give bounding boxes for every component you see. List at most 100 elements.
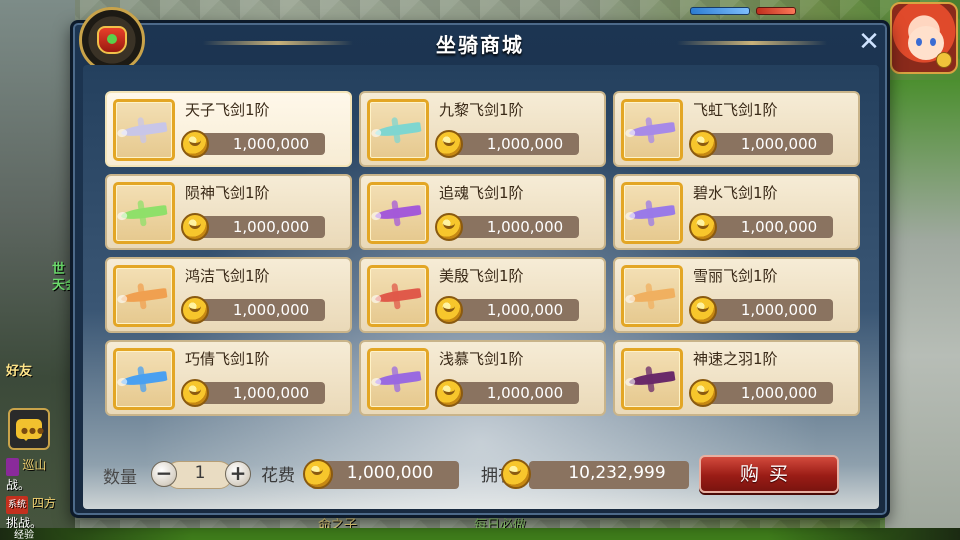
item-thumbnail xyxy=(367,265,429,327)
gold-coin-icon xyxy=(501,459,531,489)
gold-coin-icon xyxy=(181,130,209,158)
flying-sword-icon xyxy=(628,204,676,222)
player-avatar[interactable] xyxy=(890,2,958,74)
world-right-scenery xyxy=(885,80,960,540)
panel-title: 坐骑商城 xyxy=(436,32,524,57)
item-name: 雪丽飞剑1阶 xyxy=(693,267,778,285)
title-ornament-right xyxy=(677,41,827,45)
gold-coin-icon xyxy=(181,379,209,407)
item-price: 1,000,000 xyxy=(486,384,564,402)
item-price: 1,000,000 xyxy=(740,301,818,319)
quantity-decrease-button[interactable]: − xyxy=(151,461,177,487)
close-button[interactable]: ✕ xyxy=(857,29,881,55)
shop-item-card[interactable]: 碧水飞剑1阶 1,000,000 xyxy=(613,174,860,250)
chat-button[interactable]: ●●● xyxy=(8,408,50,450)
flying-sword-icon xyxy=(628,287,676,305)
wing-crest-icon xyxy=(628,370,676,388)
buy-button[interactable]: 购买 xyxy=(699,455,839,493)
shop-emblem-icon xyxy=(79,7,145,73)
item-price: 1,000,000 xyxy=(486,301,564,319)
shop-item-card[interactable]: 鸿洁飞剑1阶 1,000,000 xyxy=(105,257,352,333)
item-name: 神速之羽1阶 xyxy=(693,350,778,368)
item-price: 1,000,000 xyxy=(740,218,818,236)
item-name: 飞虹飞剑1阶 xyxy=(693,101,778,119)
panel-title-bar: 坐骑商城 xyxy=(73,23,887,63)
quantity-label: 数量 xyxy=(103,468,137,488)
chat-log: 巡山 战。 系统 四方 挑战。 xyxy=(6,456,76,532)
item-thumbnail xyxy=(621,348,683,410)
item-thumbnail xyxy=(113,348,175,410)
quantity-increase-button[interactable]: + xyxy=(225,461,251,487)
shop-item-card[interactable]: 浅慕飞剑1阶 1,000,000 xyxy=(359,340,606,416)
cost-label: 花费 xyxy=(261,466,295,486)
gold-coin-icon xyxy=(435,296,463,324)
flying-sword-icon xyxy=(374,204,422,222)
chat-side-1: 巡山 xyxy=(22,458,47,472)
gold-coin-icon xyxy=(181,296,209,324)
item-name: 陨神飞剑1阶 xyxy=(185,184,270,202)
mount-shop-panel: 坐骑商城 ✕ 天子飞剑1阶 1,000,000 九黎飞剑1阶 1,000,000 飞虹飞… xyxy=(70,7,890,518)
avatar-eye-right xyxy=(930,38,936,46)
item-name: 美殷飞剑1阶 xyxy=(439,267,524,285)
mana-bar xyxy=(690,7,750,15)
item-name: 九黎飞剑1阶 xyxy=(439,101,524,119)
shop-item-card[interactable]: 九黎飞剑1阶 1,000,000 xyxy=(359,91,606,167)
item-thumbnail xyxy=(113,99,175,161)
item-thumbnail xyxy=(621,99,683,161)
gold-coin-icon xyxy=(181,213,209,241)
shop-item-card[interactable]: 陨神飞剑1阶 1,000,000 xyxy=(105,174,352,250)
friend-label[interactable]: 好友 xyxy=(6,360,32,379)
balance-value: 10,232,999 xyxy=(568,463,666,483)
item-thumbnail xyxy=(367,99,429,161)
item-price: 1,000,000 xyxy=(232,135,310,153)
gold-coin-icon xyxy=(435,379,463,407)
flying-sword-icon xyxy=(628,121,676,139)
item-price: 1,000,000 xyxy=(232,218,310,236)
chat-side-2: 四方 xyxy=(31,496,56,510)
item-name: 碧水飞剑1阶 xyxy=(693,184,778,202)
item-thumbnail xyxy=(367,348,429,410)
shop-item-card[interactable]: 巧倩飞剑1阶 1,000,000 xyxy=(105,340,352,416)
gold-coin-icon xyxy=(689,379,717,407)
purchase-controls: 数量 − 1 + 花费 1,000,000 拥有 10,232,999 购买 xyxy=(103,455,863,497)
gold-coin-icon xyxy=(435,130,463,158)
item-thumbnail xyxy=(621,182,683,244)
flying-sword-icon xyxy=(374,370,422,388)
shop-item-card[interactable]: 飞虹飞剑1阶 1,000,000 xyxy=(613,91,860,167)
exp-label: 经验 xyxy=(14,530,34,540)
item-price: 1,000,000 xyxy=(740,384,818,402)
shop-item-card[interactable]: 追魂飞剑1阶 1,000,000 xyxy=(359,174,606,250)
quantity-value[interactable]: 1 xyxy=(185,463,215,483)
shop-item-card[interactable]: 神速之羽1阶 1,000,000 xyxy=(613,340,860,416)
shop-item-card[interactable]: 雪丽飞剑1阶 1,000,000 xyxy=(613,257,860,333)
item-price: 1,000,000 xyxy=(486,218,564,236)
item-price: 1,000,000 xyxy=(740,135,818,153)
top-hud-bars xyxy=(690,0,890,22)
flying-sword-icon xyxy=(120,287,168,305)
flying-sword-icon xyxy=(120,121,168,139)
item-thumbnail xyxy=(621,265,683,327)
gold-coin-icon xyxy=(689,296,717,324)
flying-sword-icon xyxy=(374,287,422,305)
item-name: 浅慕飞剑1阶 xyxy=(439,350,524,368)
item-name: 追魂飞剑1阶 xyxy=(439,184,524,202)
title-ornament-left xyxy=(203,41,353,45)
gold-coin-icon xyxy=(689,213,717,241)
item-price: 1,000,000 xyxy=(232,301,310,319)
item-grid: 天子飞剑1阶 1,000,000 九黎飞剑1阶 1,000,000 飞虹飞剑1阶 1,00… xyxy=(105,91,861,419)
experience-bar: 经验 xyxy=(0,528,960,540)
shop-item-card[interactable]: 美殷飞剑1阶 1,000,000 xyxy=(359,257,606,333)
cost-value: 1,000,000 xyxy=(346,463,434,483)
item-name: 巧倩飞剑1阶 xyxy=(185,350,270,368)
gold-coin-icon xyxy=(689,130,717,158)
shop-item-card[interactable]: 天子飞剑1阶 1,000,000 xyxy=(105,91,352,167)
item-price: 1,000,000 xyxy=(486,135,564,153)
item-thumbnail xyxy=(367,182,429,244)
item-name: 鸿洁飞剑1阶 xyxy=(185,267,270,285)
chat-bubble-icon: ●●● xyxy=(16,419,44,441)
coin-icon xyxy=(936,52,952,68)
gold-coin-icon xyxy=(435,213,463,241)
item-price: 1,000,000 xyxy=(232,384,310,402)
flying-sword-icon xyxy=(374,121,422,139)
item-thumbnail xyxy=(113,182,175,244)
